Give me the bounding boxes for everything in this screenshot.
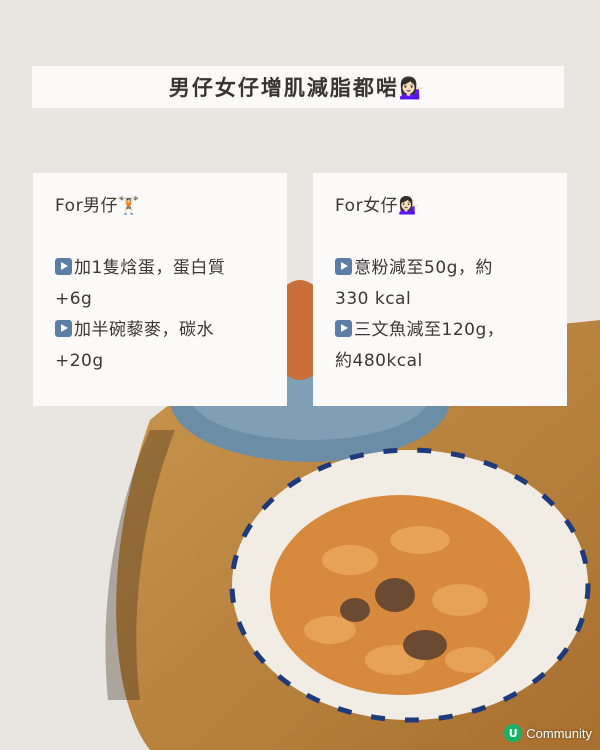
play-icon bbox=[55, 258, 72, 275]
card-women-line-text: 三文魚減至120g， bbox=[354, 320, 505, 340]
page-canvas: 男仔女仔增肌減脂都啱💁🏻‍♀️ For男仔🏋🏻 加1隻焓蛋，蛋白質 +6g 加半… bbox=[0, 0, 600, 750]
brand-logo-icon: U bbox=[504, 724, 523, 742]
card-women-line: 330 kcal bbox=[335, 289, 412, 309]
card-women-line-text: 意粉減至50g，約 bbox=[354, 258, 493, 278]
card-men-line-text: 加半碗藜麥，碳水 bbox=[74, 320, 214, 340]
card-men-line: +6g bbox=[55, 289, 93, 309]
brand-watermark: U Community bbox=[504, 724, 592, 742]
card-men-heading: For男仔🏋🏻 bbox=[55, 196, 140, 216]
card-women-line: 三文魚減至120g， bbox=[335, 315, 545, 346]
brand-name: Community bbox=[526, 725, 592, 741]
card-men-line: 加半碗藜麥，碳水 bbox=[55, 315, 265, 346]
play-icon bbox=[55, 320, 72, 337]
title-banner: 男仔女仔增肌減脂都啱💁🏻‍♀️ bbox=[32, 66, 564, 108]
card-men: For男仔🏋🏻 加1隻焓蛋，蛋白質 +6g 加半碗藜麥，碳水 +20g bbox=[33, 173, 287, 406]
card-men-line: +20g bbox=[55, 351, 104, 371]
play-icon bbox=[335, 320, 352, 337]
card-women-line: 意粉減至50g，約 bbox=[335, 253, 545, 284]
card-women-line: 約480kcal bbox=[335, 351, 423, 371]
card-women-heading: For女仔💁🏻‍♀️ bbox=[335, 196, 420, 216]
card-women: For女仔💁🏻‍♀️ 意粉減至50g，約 330 kcal 三文魚減至120g，… bbox=[313, 173, 567, 406]
page-title: 男仔女仔增肌減脂都啱💁🏻‍♀️ bbox=[168, 76, 428, 100]
play-icon bbox=[335, 258, 352, 275]
card-men-line-text: 加1隻焓蛋，蛋白質 bbox=[74, 258, 226, 278]
card-men-line: 加1隻焓蛋，蛋白質 bbox=[55, 253, 265, 284]
